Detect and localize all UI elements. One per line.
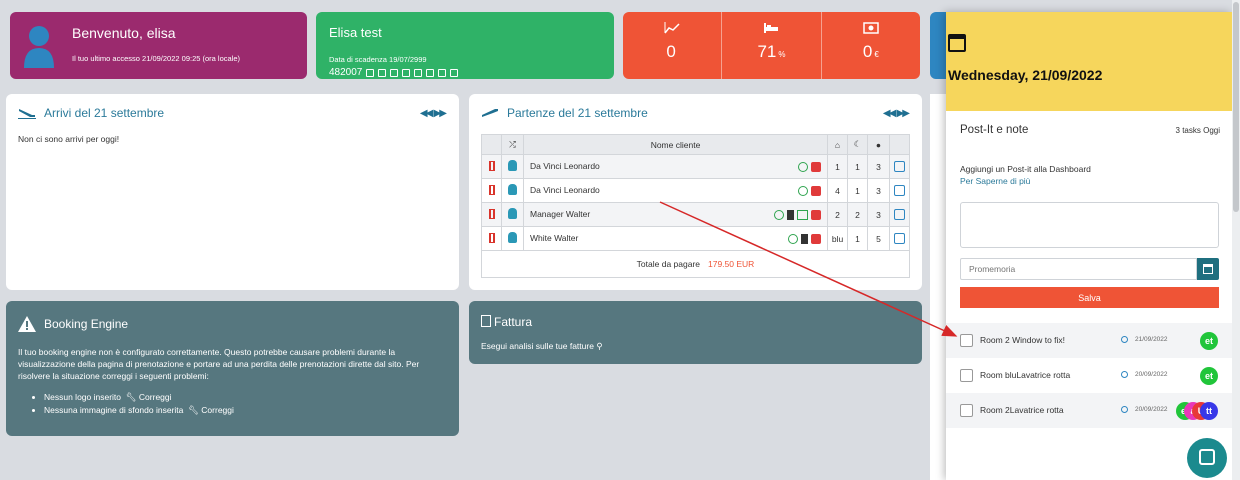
annotation-arrow [659, 201, 958, 337]
